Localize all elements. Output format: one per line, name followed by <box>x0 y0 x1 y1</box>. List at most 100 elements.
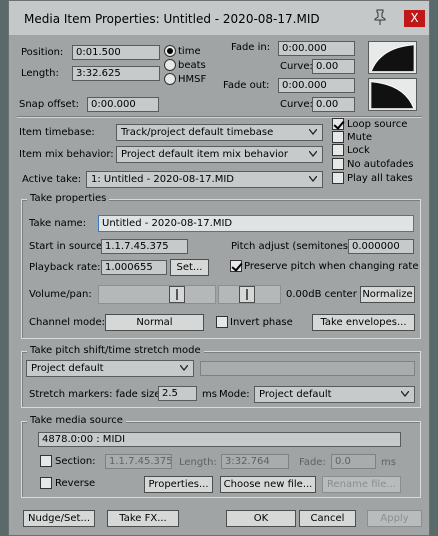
item-mix-label: Item mix behavior: <box>19 149 114 160</box>
loop-source-checkbox[interactable] <box>332 118 344 130</box>
radio-time-label: time <box>178 46 201 57</box>
pitch-shift-title: Take pitch shift/time stretch mode <box>27 345 204 356</box>
chevron-down-icon <box>401 391 409 397</box>
playback-rate-field[interactable]: 1.000655 <box>101 260 167 275</box>
active-take-value: 1: Untitled - 2020-08-17.MID <box>91 174 235 185</box>
set-rate-button[interactable]: Set... <box>170 259 209 276</box>
fade-out-curve-field[interactable]: 0.00 <box>312 97 355 112</box>
nudge-set-button[interactable]: Nudge/Set... <box>23 510 95 527</box>
item-timebase-select[interactable]: Track/project default timebase <box>116 124 323 141</box>
pitch-adjust-label: Pitch adjust (semitones): <box>231 241 356 252</box>
preserve-pitch-checkbox[interactable] <box>230 260 242 272</box>
mute-checkbox[interactable] <box>332 131 344 143</box>
reverse-checkbox[interactable] <box>40 477 52 489</box>
start-in-source-field[interactable]: 1.1.7.45.375 <box>101 239 188 254</box>
section-length-field: 3:32.764 <box>221 454 289 469</box>
loop-source-label: Loop source <box>347 119 408 130</box>
snap-offset-field[interactable]: 0:00.000 <box>87 97 159 112</box>
stretch-mode-value: Project default <box>259 389 332 400</box>
position-field[interactable]: 0:01.500 <box>72 45 160 60</box>
section-ms-label: ms <box>381 457 396 468</box>
stretch-fade-field[interactable]: 2.5 <box>158 386 197 401</box>
mute-label: Mute <box>347 132 373 143</box>
apply-button: Apply <box>367 510 422 527</box>
separator <box>17 116 422 118</box>
take-properties-title: Take properties <box>27 193 110 204</box>
take-envelopes-button[interactable]: Take envelopes... <box>312 314 415 331</box>
pitch-shift-mode-select[interactable]: Project default <box>26 360 194 377</box>
volume-slider[interactable] <box>98 285 216 304</box>
stretch-mode-select[interactable]: Project default <box>254 386 415 403</box>
fade-out-shape-icon[interactable] <box>368 78 417 111</box>
chevron-down-icon <box>309 129 317 135</box>
close-button[interactable]: X <box>404 10 425 27</box>
length-field[interactable]: 3:32.625 <box>72 66 160 81</box>
fade-in-curve-field[interactable]: 0.00 <box>312 59 355 74</box>
source-info-field: 4878.0:00 : MIDI <box>38 432 401 447</box>
stretch-markers-label: Stretch markers: fade size: <box>29 389 164 400</box>
no-autofades-label: No autofades <box>347 159 414 170</box>
lock-checkbox[interactable] <box>332 144 344 156</box>
fade-in-label: Fade in: <box>231 42 271 53</box>
ok-button[interactable]: OK <box>226 510 296 527</box>
volume-pan-label: Volume/pan: <box>29 289 92 300</box>
radio-hmsf-label: HMSF <box>178 74 207 85</box>
start-in-source-label: Start in source: <box>29 241 106 252</box>
invert-phase-checkbox[interactable] <box>216 316 228 328</box>
media-item-properties-window: Media Item Properties: Untitled - 2020-0… <box>8 0 430 536</box>
playback-rate-label: Playback rate: <box>29 262 101 273</box>
radio-hmsf[interactable] <box>164 73 176 85</box>
pitch-shift-submode-field <box>200 361 415 376</box>
chevron-down-icon <box>180 365 188 371</box>
fade-in-field[interactable]: 0:00.000 <box>278 41 355 56</box>
media-source-title: Take media source <box>27 415 126 426</box>
radio-beats-label: beats <box>178 60 206 71</box>
fade-out-curve-label: Curve: <box>280 99 313 110</box>
fade-out-field[interactable]: 0:00.000 <box>278 78 355 93</box>
section-fade-label: Fade: <box>299 457 326 468</box>
radio-time[interactable] <box>164 45 176 57</box>
choose-new-file-button[interactable]: Choose new file... <box>220 476 316 493</box>
volume-pan-readout: 0.00dB center <box>286 289 357 300</box>
pitch-adjust-field[interactable]: 0.000000 <box>348 239 414 254</box>
no-autofades-checkbox[interactable] <box>332 158 344 170</box>
play-all-takes-label: Play all takes <box>347 173 413 184</box>
section-label: Section: <box>55 456 96 467</box>
radio-beats[interactable] <box>164 59 176 71</box>
section-checkbox[interactable] <box>40 455 52 467</box>
section-start-field: 1.1.7.45.375 <box>105 454 172 469</box>
section-length-label: Length: <box>179 457 217 468</box>
title-bar[interactable]: Media Item Properties: Untitled - 2020-0… <box>9 1 429 35</box>
fade-in-curve-label: Curve: <box>280 61 313 72</box>
reverse-label: Reverse <box>55 478 96 489</box>
section-fade-field: 0.0 <box>331 454 376 469</box>
stretch-mode-label: Mode: <box>219 389 250 400</box>
active-take-select[interactable]: 1: Untitled - 2020-08-17.MID <box>86 171 323 188</box>
channel-mode-button[interactable]: Normal <box>105 314 204 331</box>
item-timebase-label: Item timebase: <box>19 127 95 138</box>
preserve-pitch-label: Preserve pitch when changing rate <box>244 261 419 272</box>
pitch-shift-mode-value: Project default <box>31 363 104 374</box>
channel-mode-label: Channel mode: <box>29 317 105 328</box>
source-properties-button[interactable]: Properties... <box>144 476 213 493</box>
play-all-takes-checkbox[interactable] <box>332 172 344 184</box>
snap-offset-label: Snap offset: <box>19 99 79 110</box>
pan-slider-thumb[interactable] <box>239 286 255 303</box>
item-timebase-value: Track/project default timebase <box>121 127 274 138</box>
pin-icon[interactable] <box>373 9 387 25</box>
lock-label: Lock <box>347 145 370 156</box>
normalize-button[interactable]: Normalize <box>360 286 415 303</box>
invert-phase-label: Invert phase <box>230 317 293 328</box>
item-mix-value: Project default item mix behavior <box>121 149 289 160</box>
volume-slider-thumb[interactable] <box>169 286 185 303</box>
chevron-down-icon <box>309 176 317 182</box>
stretch-ms-label: ms <box>202 389 217 400</box>
take-fx-button[interactable]: Take FX... <box>107 510 179 527</box>
window-title: Media Item Properties: Untitled - 2020-0… <box>24 12 320 26</box>
fade-in-shape-icon[interactable] <box>368 41 417 74</box>
take-name-field[interactable]: Untitled - 2020-08-17.MID <box>98 215 414 232</box>
fade-out-label: Fade out: <box>223 80 270 91</box>
item-mix-select[interactable]: Project default item mix behavior <box>116 146 323 163</box>
take-name-label: Take name: <box>29 218 87 229</box>
cancel-button[interactable]: Cancel <box>299 510 356 527</box>
